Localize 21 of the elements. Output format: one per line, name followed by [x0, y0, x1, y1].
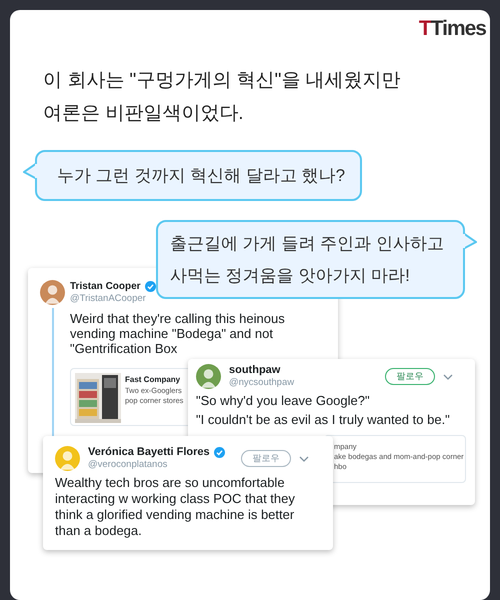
user-name: southpaw — [229, 364, 280, 377]
speech-bubble: 출근길에 가게 들려 주인과 인사하고 사먹는 정겨움을 앗아가지 마라! — [156, 220, 465, 299]
follow-button[interactable]: 팔로우 — [241, 450, 291, 467]
tweet-text: "So why'd you leave Google?" — [196, 393, 370, 408]
tweet-text: Wealthy tech bros are so uncomfortable interacting w working class POC that they think a glorified vending machine is better than a bodega. — [55, 475, 296, 539]
logo: TTimes — [418, 18, 486, 39]
user-name: Tristan Cooper — [70, 280, 141, 293]
chevron-down-icon — [299, 456, 309, 462]
user-handle: @TristanACooper — [70, 293, 147, 305]
tweet-text: Weird that they're calling this heinous vending machine "Bodega" and not "Gentrification Box — [70, 311, 286, 356]
source-name: Fast Company — [125, 374, 182, 386]
chevron-down-icon — [443, 374, 453, 380]
tweet-text: "I couldn't be as evil as I truly wanted to be." — [196, 412, 450, 427]
bubble-tail — [463, 232, 477, 250]
user-handle: @nycsouthpaw — [229, 377, 296, 389]
user-handle: @veroconplatanos — [88, 459, 168, 471]
follow-button[interactable]: 팔로우 — [385, 368, 435, 385]
headline: 이 회사는 "구멍가게의 혁신"을 내세웠지만 여론은 비판일색이었다. — [43, 69, 401, 126]
user-name: Verónica Bayetti Flores — [88, 446, 210, 459]
speech-bubble: 누가 그런 것까지 혁신해 달라고 했나? — [35, 150, 362, 201]
bubble-tail — [23, 162, 37, 180]
